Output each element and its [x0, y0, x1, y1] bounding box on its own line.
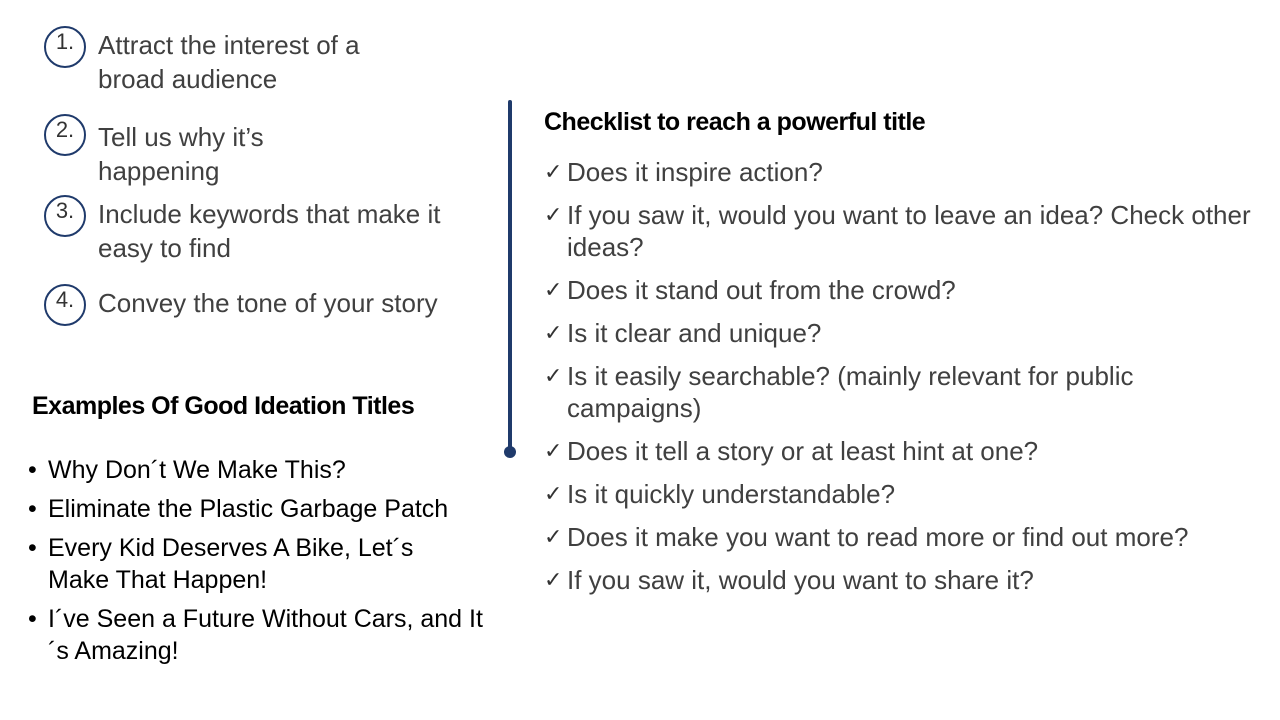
checklist-text: Does it stand out from the crowd?: [567, 275, 956, 305]
checklist-item: ✓ Does it tell a story or at least hint a…: [544, 435, 1280, 467]
bullet-icon: •: [28, 495, 37, 523]
checklist-text: Does it tell a story or at least hint at…: [567, 436, 1039, 466]
checklist-item: ✓ If you saw it, would you want to share …: [544, 564, 1280, 596]
checklist-item: ✓ Does it inspire action?: [544, 156, 1280, 188]
checklist-item: ✓ Does it make you want to read more or f…: [544, 521, 1227, 553]
checklist-item: ✓ Is it easily searchable? (mainly releva…: [544, 360, 1257, 424]
example-text: Every Kid Deserves A Bike, Let´s Make Th…: [48, 534, 414, 594]
examples-list: • Why Don´t We Make This? • Eliminate the …: [28, 454, 498, 674]
checklist-item: ✓ Is it quickly understandable?: [544, 478, 1280, 510]
check-icon: ✓: [544, 567, 563, 592]
list-item: • Every Kid Deserves A Bike, Let´s Make T…: [28, 532, 478, 596]
step-number-badge: 4.: [44, 284, 86, 326]
example-text: I´ve Seen a Future Without Cars, and It´…: [48, 605, 483, 665]
bullet-icon: •: [28, 605, 37, 633]
step-text: Attract the interest of a broad audience: [98, 30, 360, 94]
checklist-text: Is it quickly understandable?: [567, 479, 896, 509]
examples-title: Examples Of Good Ideation Titles: [32, 392, 415, 420]
divider-end-dot: [504, 446, 516, 458]
vertical-divider: [508, 100, 512, 452]
check-icon: ✓: [544, 159, 563, 184]
checklist-text: Is it easily searchable? (mainly relevan…: [567, 361, 1134, 423]
checklist-item: ✓ Is it clear and unique?: [544, 317, 1280, 349]
step-number-badge: 2.: [44, 114, 86, 156]
list-item: • I´ve Seen a Future Without Cars, and It…: [28, 603, 498, 667]
check-icon: ✓: [544, 438, 563, 463]
check-icon: ✓: [544, 320, 563, 345]
checklist-title: Checklist to reach a powerful title: [544, 108, 926, 136]
step-text: Convey the tone of your story: [98, 288, 438, 318]
bullet-icon: •: [28, 534, 37, 562]
example-text: Why Don´t We Make This?: [48, 456, 346, 484]
example-text: Eliminate the Plastic Garbage Patch: [48, 495, 449, 523]
checklist-item: ✓ If you saw it, would you want to leave …: [544, 199, 1280, 263]
step-text: Tell us why it’s happening: [98, 122, 264, 186]
step-number-badge: 1.: [44, 26, 86, 68]
check-icon: ✓: [544, 202, 563, 227]
checklist-text: Does it make you want to read more or fi…: [567, 522, 1189, 552]
checklist-text: If you saw it, would you want to share i…: [567, 565, 1034, 595]
check-icon: ✓: [544, 524, 563, 549]
checklist-text: Does it inspire action?: [567, 157, 823, 187]
list-item: • Eliminate the Plastic Garbage Patch: [28, 493, 468, 525]
step-number-badge: 3.: [44, 195, 86, 237]
check-icon: ✓: [544, 481, 563, 506]
check-icon: ✓: [544, 277, 563, 302]
checklist-text: If you saw it, would you want to leave a…: [567, 200, 1251, 262]
check-icon: ✓: [544, 363, 563, 388]
step-text: Include keywords that make it easy to fi…: [98, 199, 441, 263]
bullet-icon: •: [28, 456, 37, 484]
checklist: ✓ Does it inspire action? ✓ If you saw it,…: [544, 156, 1280, 607]
list-item: • Why Don´t We Make This?: [28, 454, 498, 486]
checklist-text: Is it clear and unique?: [567, 318, 822, 348]
checklist-item: ✓ Does it stand out from the crowd?: [544, 274, 1280, 306]
